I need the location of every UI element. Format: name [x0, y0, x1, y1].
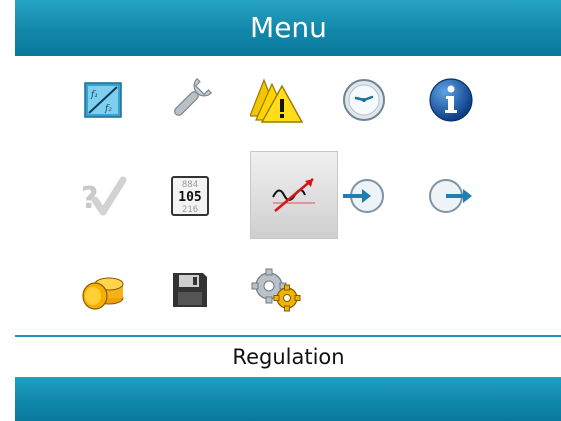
device-screen: Menu f₁ f₂ ? 884 105 216 Regulation	[15, 0, 561, 421]
menu-item-settings[interactable]	[233, 246, 321, 334]
menu-item-login[interactable]	[320, 152, 408, 240]
save-floppy-icon	[173, 273, 207, 307]
checklist-question-icon: ?	[81, 176, 127, 216]
menu-item-checklist[interactable]: ?	[59, 152, 147, 240]
menu-grid: f₁ f₂ ? 884 105 216	[15, 56, 561, 336]
menu-item-save[interactable]	[146, 246, 234, 334]
counter-display-icon: 884 105 216	[171, 176, 209, 216]
menu-item-logout[interactable]	[407, 152, 495, 240]
svg-text:105: 105	[178, 190, 201, 205]
menu-title: Menu	[250, 11, 327, 44]
menu-item-clock[interactable]	[320, 56, 408, 144]
regulation-trend-icon	[272, 178, 315, 212]
menu-item-cost[interactable]	[59, 246, 147, 334]
svg-text:f₁: f₁	[90, 90, 98, 100]
menu-item-alarms[interactable]	[233, 56, 321, 144]
status-bar: Regulation	[15, 337, 561, 377]
coins-icon	[82, 277, 124, 310]
menu-item-info[interactable]	[407, 56, 495, 144]
wrench-icon	[174, 77, 213, 116]
clock-icon	[343, 79, 385, 121]
alarm-warnings-icon	[250, 78, 304, 123]
menu-item-counters[interactable]: 884 105 216	[146, 152, 234, 240]
logout-icon	[429, 179, 472, 213]
info-icon	[429, 78, 473, 122]
svg-text:f₂: f₂	[104, 104, 112, 114]
login-icon	[343, 179, 384, 213]
menu-footer	[15, 377, 561, 421]
menu-header: Menu	[15, 0, 561, 56]
settings-gears-icon	[251, 268, 301, 312]
menu-item-service[interactable]	[146, 56, 234, 144]
svg-text:216: 216	[182, 205, 198, 215]
selected-item-label: Regulation	[232, 345, 345, 369]
menu-item-function[interactable]: f₁ f₂	[59, 56, 147, 144]
function-fx-icon: f₁ f₂	[84, 82, 122, 118]
svg-text:884: 884	[182, 180, 198, 190]
